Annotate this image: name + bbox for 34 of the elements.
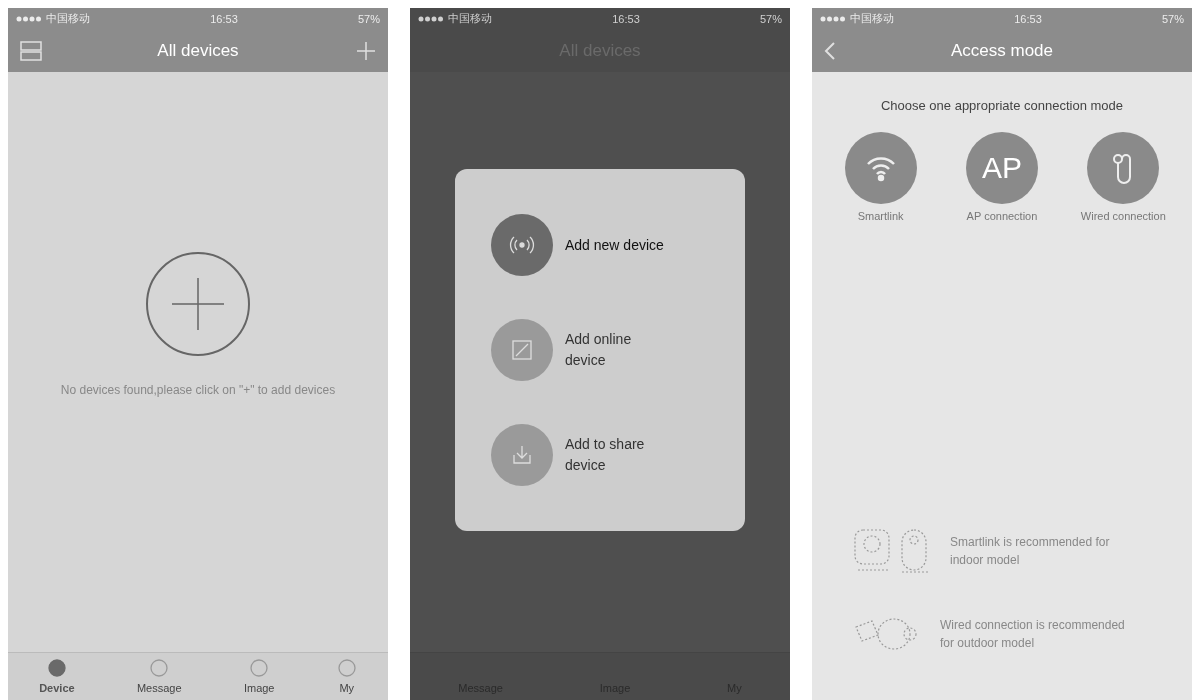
recommendation-text: Smartlink is recommended for indoor model — [950, 534, 1111, 569]
screen-title: All devices — [157, 40, 239, 63]
clock-time: 16:53 — [1014, 11, 1042, 27]
mode-label: Wired connection — [1080, 208, 1166, 224]
ap-badge[interactable]: AP — [966, 131, 1038, 204]
prompt-text: Choose one appropriate connection mode — [879, 97, 1125, 115]
mode-label: Smartlink — [857, 208, 904, 224]
signal-dots-icon — [16, 16, 42, 22]
grid-icon[interactable] — [20, 41, 42, 61]
tab-item[interactable]: Image — [243, 657, 275, 696]
add-circle-button[interactable] — [146, 252, 250, 356]
tab-item[interactable]: Message — [136, 657, 182, 696]
battery-level: 57% — [357, 11, 380, 27]
signal-dots-icon — [820, 16, 846, 22]
menu-item[interactable]: Add new device — [491, 214, 709, 277]
mode-label: AP connection — [966, 208, 1038, 224]
carrier-label: 中国移动 — [46, 10, 90, 27]
empty-message: No devices found,please click on "+" to add devices — [60, 382, 336, 399]
tab-item[interactable]: Device — [39, 657, 75, 696]
clock-time: 16:53 — [612, 11, 640, 27]
battery-level: 57% — [759, 11, 782, 27]
recommendation-text: Wired connection is recommended for outdoor model — [940, 617, 1126, 652]
menu-item[interactable]: Add to share device — [491, 423, 709, 486]
tab-item[interactable]: My — [336, 657, 357, 696]
carrier-label: 中国移动 — [448, 10, 492, 27]
signal-dots-icon — [418, 16, 444, 22]
menu-item[interactable]: Add online device — [491, 319, 709, 381]
clock-time: 16:53 — [210, 11, 238, 27]
plus-icon — [170, 276, 226, 332]
add-icon[interactable] — [356, 41, 376, 61]
battery-level: 57% — [1161, 11, 1184, 27]
back-icon[interactable] — [824, 41, 836, 61]
screen-title: Access mode — [950, 40, 1053, 63]
carrier-label: 中国移动 — [850, 10, 894, 27]
